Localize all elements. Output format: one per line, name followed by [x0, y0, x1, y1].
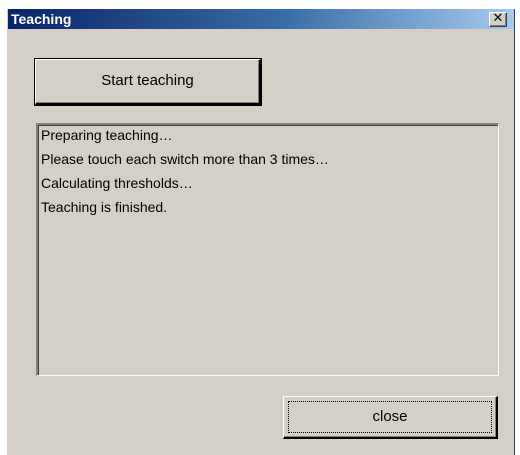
teaching-dialog: Teaching ✕ Start teaching Preparing teac… — [7, 9, 515, 455]
start-teaching-button[interactable]: Start teaching — [35, 59, 261, 105]
close-button-label: close — [372, 408, 408, 425]
log-line: Calculating thresholds… — [41, 175, 193, 191]
log-line: Please touch each switch more than 3 tim… — [41, 151, 329, 167]
close-button[interactable]: close — [283, 396, 498, 439]
close-icon[interactable]: ✕ — [489, 12, 507, 27]
log-line: Teaching is finished. — [41, 199, 168, 215]
teaching-log: Preparing teaching… Please touch each sw… — [36, 123, 499, 376]
title-bar[interactable]: Teaching ✕ — [8, 9, 514, 29]
window-title: Teaching — [11, 11, 72, 27]
log-line: Preparing teaching… — [41, 127, 173, 143]
